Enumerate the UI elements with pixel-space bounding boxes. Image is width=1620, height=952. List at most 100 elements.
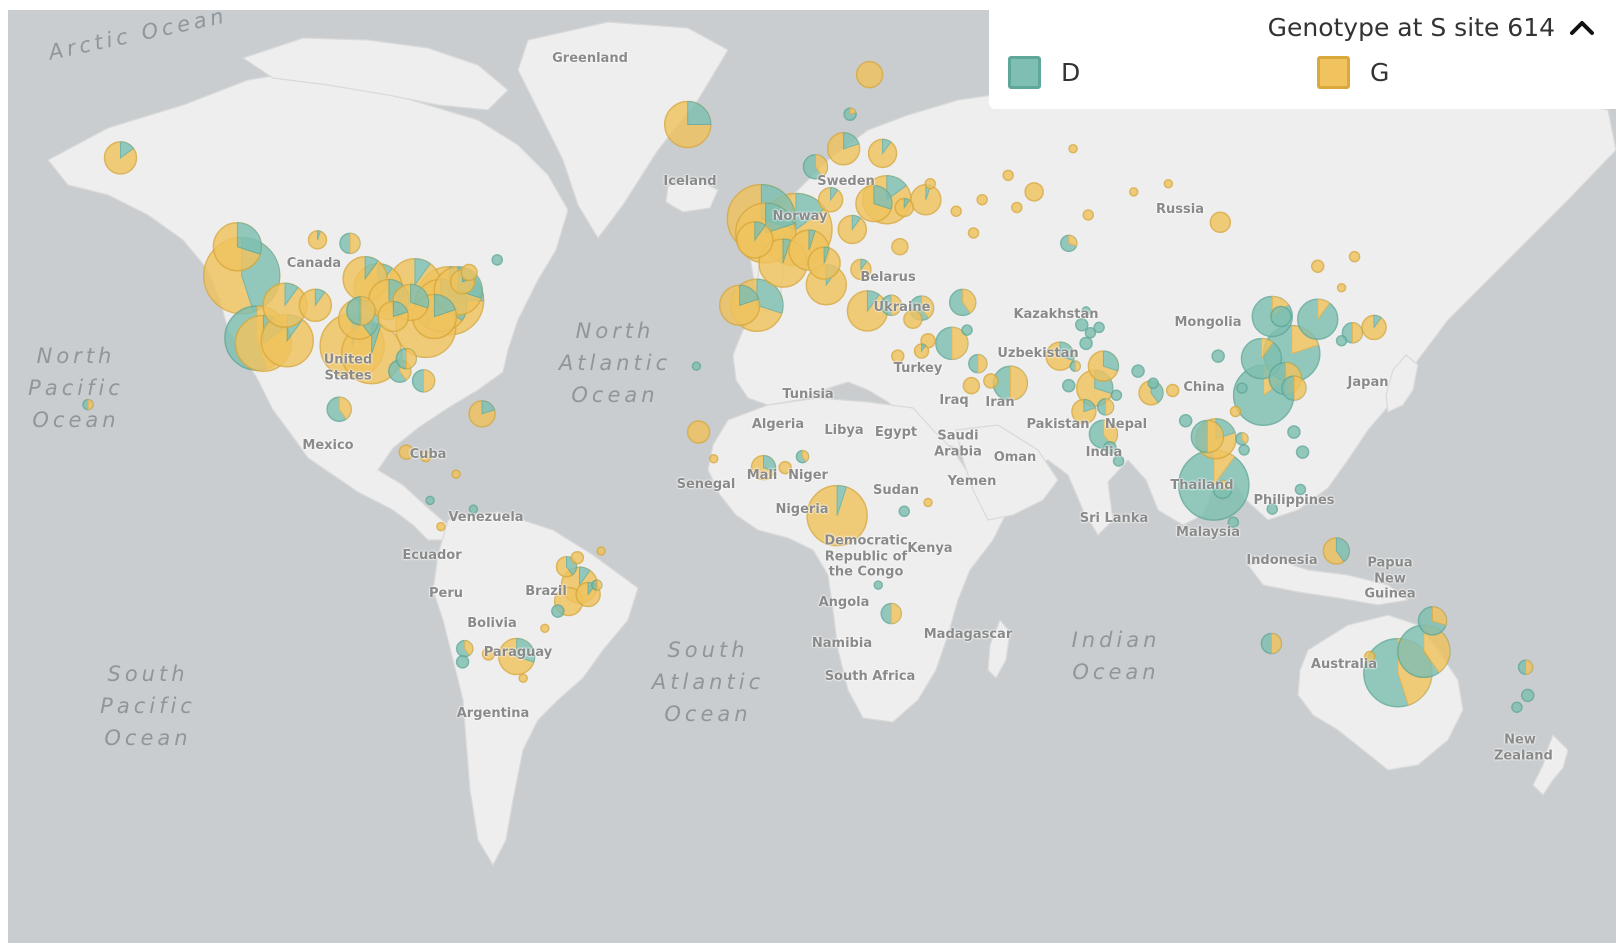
sample-pie-marker[interactable]	[1521, 688, 1535, 703]
sample-pie-marker[interactable]	[807, 246, 841, 280]
sample-pie-marker[interactable]	[1235, 432, 1249, 446]
sample-pie-marker[interactable]	[1002, 169, 1014, 182]
sample-pie-marker[interactable]	[691, 361, 702, 371]
sample-pie-marker[interactable]	[1165, 383, 1180, 398]
sample-pie-marker[interactable]	[1110, 389, 1123, 401]
sample-pie-marker[interactable]	[1060, 234, 1078, 253]
sample-pie-marker[interactable]	[339, 232, 361, 255]
sample-pie-marker[interactable]	[103, 141, 138, 175]
sample-pie-marker[interactable]	[1295, 445, 1310, 459]
sample-pie-marker[interactable]	[843, 107, 857, 121]
sample-pie-marker[interactable]	[1397, 624, 1451, 679]
sample-pie-marker[interactable]	[596, 546, 606, 556]
sample-pie-marker[interactable]	[1238, 444, 1250, 456]
sample-pie-marker[interactable]	[1348, 250, 1361, 263]
sample-pie-marker[interactable]	[1131, 364, 1145, 378]
sample-pie-marker[interactable]	[1069, 360, 1082, 372]
legend-item-d[interactable]: D	[1008, 56, 1080, 89]
sample-pie-marker[interactable]	[1310, 259, 1325, 274]
sample-pie-marker[interactable]	[1024, 182, 1044, 202]
sample-pie-marker[interactable]	[1190, 419, 1225, 454]
sample-pie-marker[interactable]	[436, 521, 446, 532]
sample-pie-marker[interactable]	[1093, 321, 1105, 334]
sample-pie-marker[interactable]	[591, 579, 603, 591]
sample-pie-marker[interactable]	[1163, 178, 1174, 189]
sample-pie-marker[interactable]	[1236, 382, 1248, 394]
sample-pie-marker[interactable]	[867, 138, 898, 169]
sample-pie-marker[interactable]	[1260, 632, 1283, 655]
sample-pie-marker[interactable]	[894, 197, 914, 218]
sample-pie-marker[interactable]	[1062, 378, 1076, 393]
sample-pie-marker[interactable]	[663, 100, 712, 149]
sample-pie-marker[interactable]	[736, 221, 774, 259]
sample-pie-marker[interactable]	[1128, 187, 1139, 197]
sample-pie-marker[interactable]	[468, 400, 496, 428]
sample-pie-marker[interactable]	[518, 673, 528, 684]
sample-pie-marker[interactable]	[837, 214, 868, 245]
sample-pie-marker[interactable]	[855, 184, 893, 223]
sample-pie-marker[interactable]	[891, 237, 909, 256]
sample-pie-marker[interactable]	[395, 347, 418, 370]
sample-pie-marker[interactable]	[491, 254, 503, 266]
sample-pie-marker[interactable]	[1296, 298, 1339, 341]
sample-pie-marker[interactable]	[307, 230, 328, 250]
sample-pie-marker[interactable]	[976, 193, 988, 206]
sample-pie-marker[interactable]	[967, 227, 980, 239]
sample-pie-marker[interactable]	[983, 373, 999, 389]
sample-pie-marker[interactable]	[913, 343, 930, 359]
sample-pie-marker[interactable]	[948, 288, 977, 317]
sample-pie-marker[interactable]	[708, 454, 719, 464]
sample-pie-marker[interactable]	[910, 183, 942, 216]
sample-pie-marker[interactable]	[1361, 314, 1387, 341]
sample-pie-marker[interactable]	[1336, 283, 1347, 293]
sample-pie-marker[interactable]	[1270, 305, 1292, 328]
sample-pie-marker[interactable]	[898, 505, 910, 518]
sample-pie-marker[interactable]	[411, 369, 436, 393]
sample-pie-marker[interactable]	[1281, 375, 1307, 401]
sample-pie-marker[interactable]	[1209, 211, 1232, 234]
sample-pie-marker[interactable]	[1517, 659, 1534, 676]
sample-pie-marker[interactable]	[551, 604, 565, 618]
sample-pie-marker[interactable]	[1087, 350, 1120, 382]
sample-pie-marker[interactable]	[686, 420, 711, 444]
sample-pie-marker[interactable]	[873, 580, 883, 590]
sample-pie-marker[interactable]	[1068, 144, 1078, 154]
legend-item-g[interactable]: G	[1317, 56, 1389, 89]
sample-pie-marker[interactable]	[718, 284, 761, 327]
sample-pie-marker[interactable]	[961, 324, 973, 336]
sample-pie-marker[interactable]	[1178, 413, 1193, 428]
sample-pie-marker[interactable]	[950, 205, 962, 217]
sample-pie-marker[interactable]	[923, 497, 933, 508]
sample-pie-marker[interactable]	[1096, 398, 1115, 416]
sample-pie-marker[interactable]	[455, 639, 474, 658]
sample-pie-marker[interactable]	[1322, 537, 1351, 565]
sample-pie-marker[interactable]	[540, 623, 550, 634]
sample-pie-marker[interactable]	[451, 469, 461, 479]
sample-pie-marker[interactable]	[968, 353, 988, 374]
sample-pie-marker[interactable]	[212, 221, 263, 272]
sample-pie-marker[interactable]	[1079, 336, 1093, 351]
chevron-up-icon[interactable]	[1565, 12, 1599, 42]
world-map[interactable]: Arctic Ocean North Pacific Ocean North Atla…	[8, 10, 1616, 943]
sample-pie-marker[interactable]	[425, 495, 435, 506]
sample-pie-marker[interactable]	[1287, 425, 1301, 439]
sample-pie-marker[interactable]	[1417, 606, 1448, 636]
sample-pie-marker[interactable]	[455, 655, 470, 669]
sample-pie-marker[interactable]	[817, 186, 844, 213]
sample-pie-marker[interactable]	[346, 296, 376, 326]
sample-pie-marker[interactable]	[855, 60, 884, 89]
sample-pie-marker[interactable]	[1011, 201, 1023, 214]
sample-pie-marker[interactable]	[1147, 377, 1159, 390]
sample-pie-marker[interactable]	[570, 550, 585, 565]
sample-pie-marker[interactable]	[1082, 209, 1095, 221]
sample-pie-marker[interactable]	[460, 263, 478, 282]
sample-pie-marker[interactable]	[298, 288, 333, 323]
sample-pie-marker[interactable]	[326, 396, 352, 422]
sample-pie-marker[interactable]	[880, 602, 902, 625]
sample-pie-marker[interactable]	[826, 132, 861, 166]
sample-pie-marker[interactable]	[924, 177, 936, 190]
sample-pie-marker[interactable]	[962, 376, 981, 395]
sample-pie-marker[interactable]	[1211, 349, 1225, 363]
sample-pie-marker[interactable]	[1511, 701, 1523, 713]
sample-pie-marker[interactable]	[377, 300, 410, 333]
